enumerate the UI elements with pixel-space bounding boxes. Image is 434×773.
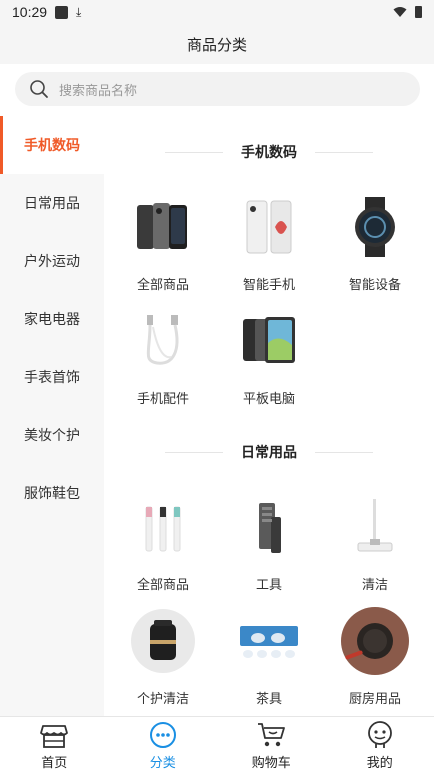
category-item-label: 厨房用品 xyxy=(348,692,401,707)
divider xyxy=(315,151,373,153)
category-item-label: 智能设备 xyxy=(348,278,401,293)
section-title: 日常用品 xyxy=(241,445,297,461)
screen: 10:29 ⤓ 商品分类 搜索商品名称 手机数码 日常用品 户外运动 家电电器 … xyxy=(0,0,434,773)
category-item[interactable]: 清洁 xyxy=(322,488,428,602)
sidebar-item-label: 手表首饰 xyxy=(24,370,80,386)
divider xyxy=(165,151,223,153)
search-placeholder: 搜索商品名称 xyxy=(59,83,138,99)
profile-icon xyxy=(367,720,392,748)
section-header: 日常用品 xyxy=(104,416,434,488)
search-icon xyxy=(30,80,48,98)
cart-icon xyxy=(258,722,286,746)
sidebar-item-digital[interactable]: 手机数码 xyxy=(0,116,104,174)
sidebar-item-apparel[interactable]: 服饰鞋包 xyxy=(0,464,104,522)
shop-icon xyxy=(40,724,69,748)
search-input[interactable]: 搜索商品名称 xyxy=(15,72,420,106)
sidebar-item-label: 户外运动 xyxy=(24,254,80,270)
nav-profile[interactable]: 我的 xyxy=(326,717,434,773)
smartwatch-image xyxy=(340,192,410,262)
toothbrush-heads-image xyxy=(128,492,198,562)
nav-cart[interactable]: 购物车 xyxy=(217,717,326,773)
tablet-image xyxy=(234,306,304,376)
tea-set-image xyxy=(234,606,304,676)
category-grid: 全部商品 智能手机 智能设备 手机配件 平板电脑 xyxy=(104,188,434,416)
category-grid: 全部商品 工具 清洁 个护清洁 茶具 厨房用品 xyxy=(104,488,434,716)
divider xyxy=(315,451,373,453)
sidebar-item-daily[interactable]: 日常用品 xyxy=(0,174,104,232)
download-icon: ⤓ xyxy=(76,4,82,19)
category-item[interactable]: 工具 xyxy=(216,488,322,602)
personal-care-image xyxy=(128,606,198,676)
category-item-label: 清洁 xyxy=(361,578,388,593)
section-header: 手机数码 xyxy=(104,116,434,188)
status-bar: 10:29 ⤓ xyxy=(0,0,434,24)
sidebar-item-beauty[interactable]: 美妆个护 xyxy=(0,406,104,464)
wifi-icon xyxy=(393,7,407,17)
category-item[interactable]: 智能手机 xyxy=(216,188,322,302)
category-item-label: 工具 xyxy=(255,578,282,593)
nav-category[interactable]: 分类 xyxy=(109,717,218,773)
sidebar-item-appliances[interactable]: 家电电器 xyxy=(0,290,104,348)
category-content: 手机数码 全部商品 智能手机 智能设备 手机配件 平板电脑 日常用品 全部商品 … xyxy=(104,116,434,716)
app-notification-icon xyxy=(55,5,69,19)
category-item-label: 全部商品 xyxy=(136,578,189,593)
category-item-label: 个护清洁 xyxy=(136,692,189,707)
category-item-label: 智能手机 xyxy=(242,278,295,293)
category-item[interactable]: 手机配件 xyxy=(110,302,216,416)
divider xyxy=(165,451,223,453)
category-item-label: 茶具 xyxy=(255,692,282,707)
sidebar-item-watches[interactable]: 手表首饰 xyxy=(0,348,104,406)
search-area: 搜索商品名称 xyxy=(0,64,434,116)
cookware-image xyxy=(340,606,410,676)
sidebar-item-label: 手机数码 xyxy=(24,138,80,154)
nav-label: 首页 xyxy=(41,755,68,771)
sidebar-item-label: 家电电器 xyxy=(24,312,80,328)
category-item[interactable]: 厨房用品 xyxy=(322,602,428,716)
category-sidebar: 手机数码 日常用品 户外运动 家电电器 手表首饰 美妆个护 服饰鞋包 xyxy=(0,116,104,716)
category-item-label: 全部商品 xyxy=(136,278,189,293)
page-title-text: 商品分类 xyxy=(186,35,247,54)
phones-image xyxy=(128,192,198,262)
category-item[interactable]: 个护清洁 xyxy=(110,602,216,716)
nav-home[interactable]: 首页 xyxy=(0,717,109,773)
bottom-nav: 首页 分类 购物车 我的 xyxy=(0,716,434,773)
category-item[interactable]: 智能设备 xyxy=(322,188,428,302)
category-dots-icon xyxy=(149,721,176,748)
category-item[interactable]: 全部商品 xyxy=(110,488,216,602)
mop-image xyxy=(340,492,410,562)
smartphone-image xyxy=(234,192,304,262)
section-title: 手机数码 xyxy=(241,145,297,161)
category-item[interactable]: 全部商品 xyxy=(110,188,216,302)
page-title: 商品分类 xyxy=(0,24,434,64)
cable-image xyxy=(128,306,198,376)
category-item-label: 手机配件 xyxy=(136,392,189,407)
screwdriver-kit-image xyxy=(234,492,304,562)
category-item[interactable]: 茶具 xyxy=(216,602,322,716)
sidebar-item-label: 美妆个护 xyxy=(24,428,80,444)
category-item-label: 平板电脑 xyxy=(242,392,295,407)
nav-label: 分类 xyxy=(149,755,176,771)
nav-label: 购物车 xyxy=(251,755,291,771)
category-item[interactable]: 平板电脑 xyxy=(216,302,322,416)
status-time: 10:29 xyxy=(12,4,48,20)
sidebar-item-label: 服饰鞋包 xyxy=(24,486,80,502)
sidebar-item-outdoor[interactable]: 户外运动 xyxy=(0,232,104,290)
battery-icon xyxy=(415,6,422,18)
sidebar-item-label: 日常用品 xyxy=(24,196,80,212)
nav-label: 我的 xyxy=(366,755,393,771)
